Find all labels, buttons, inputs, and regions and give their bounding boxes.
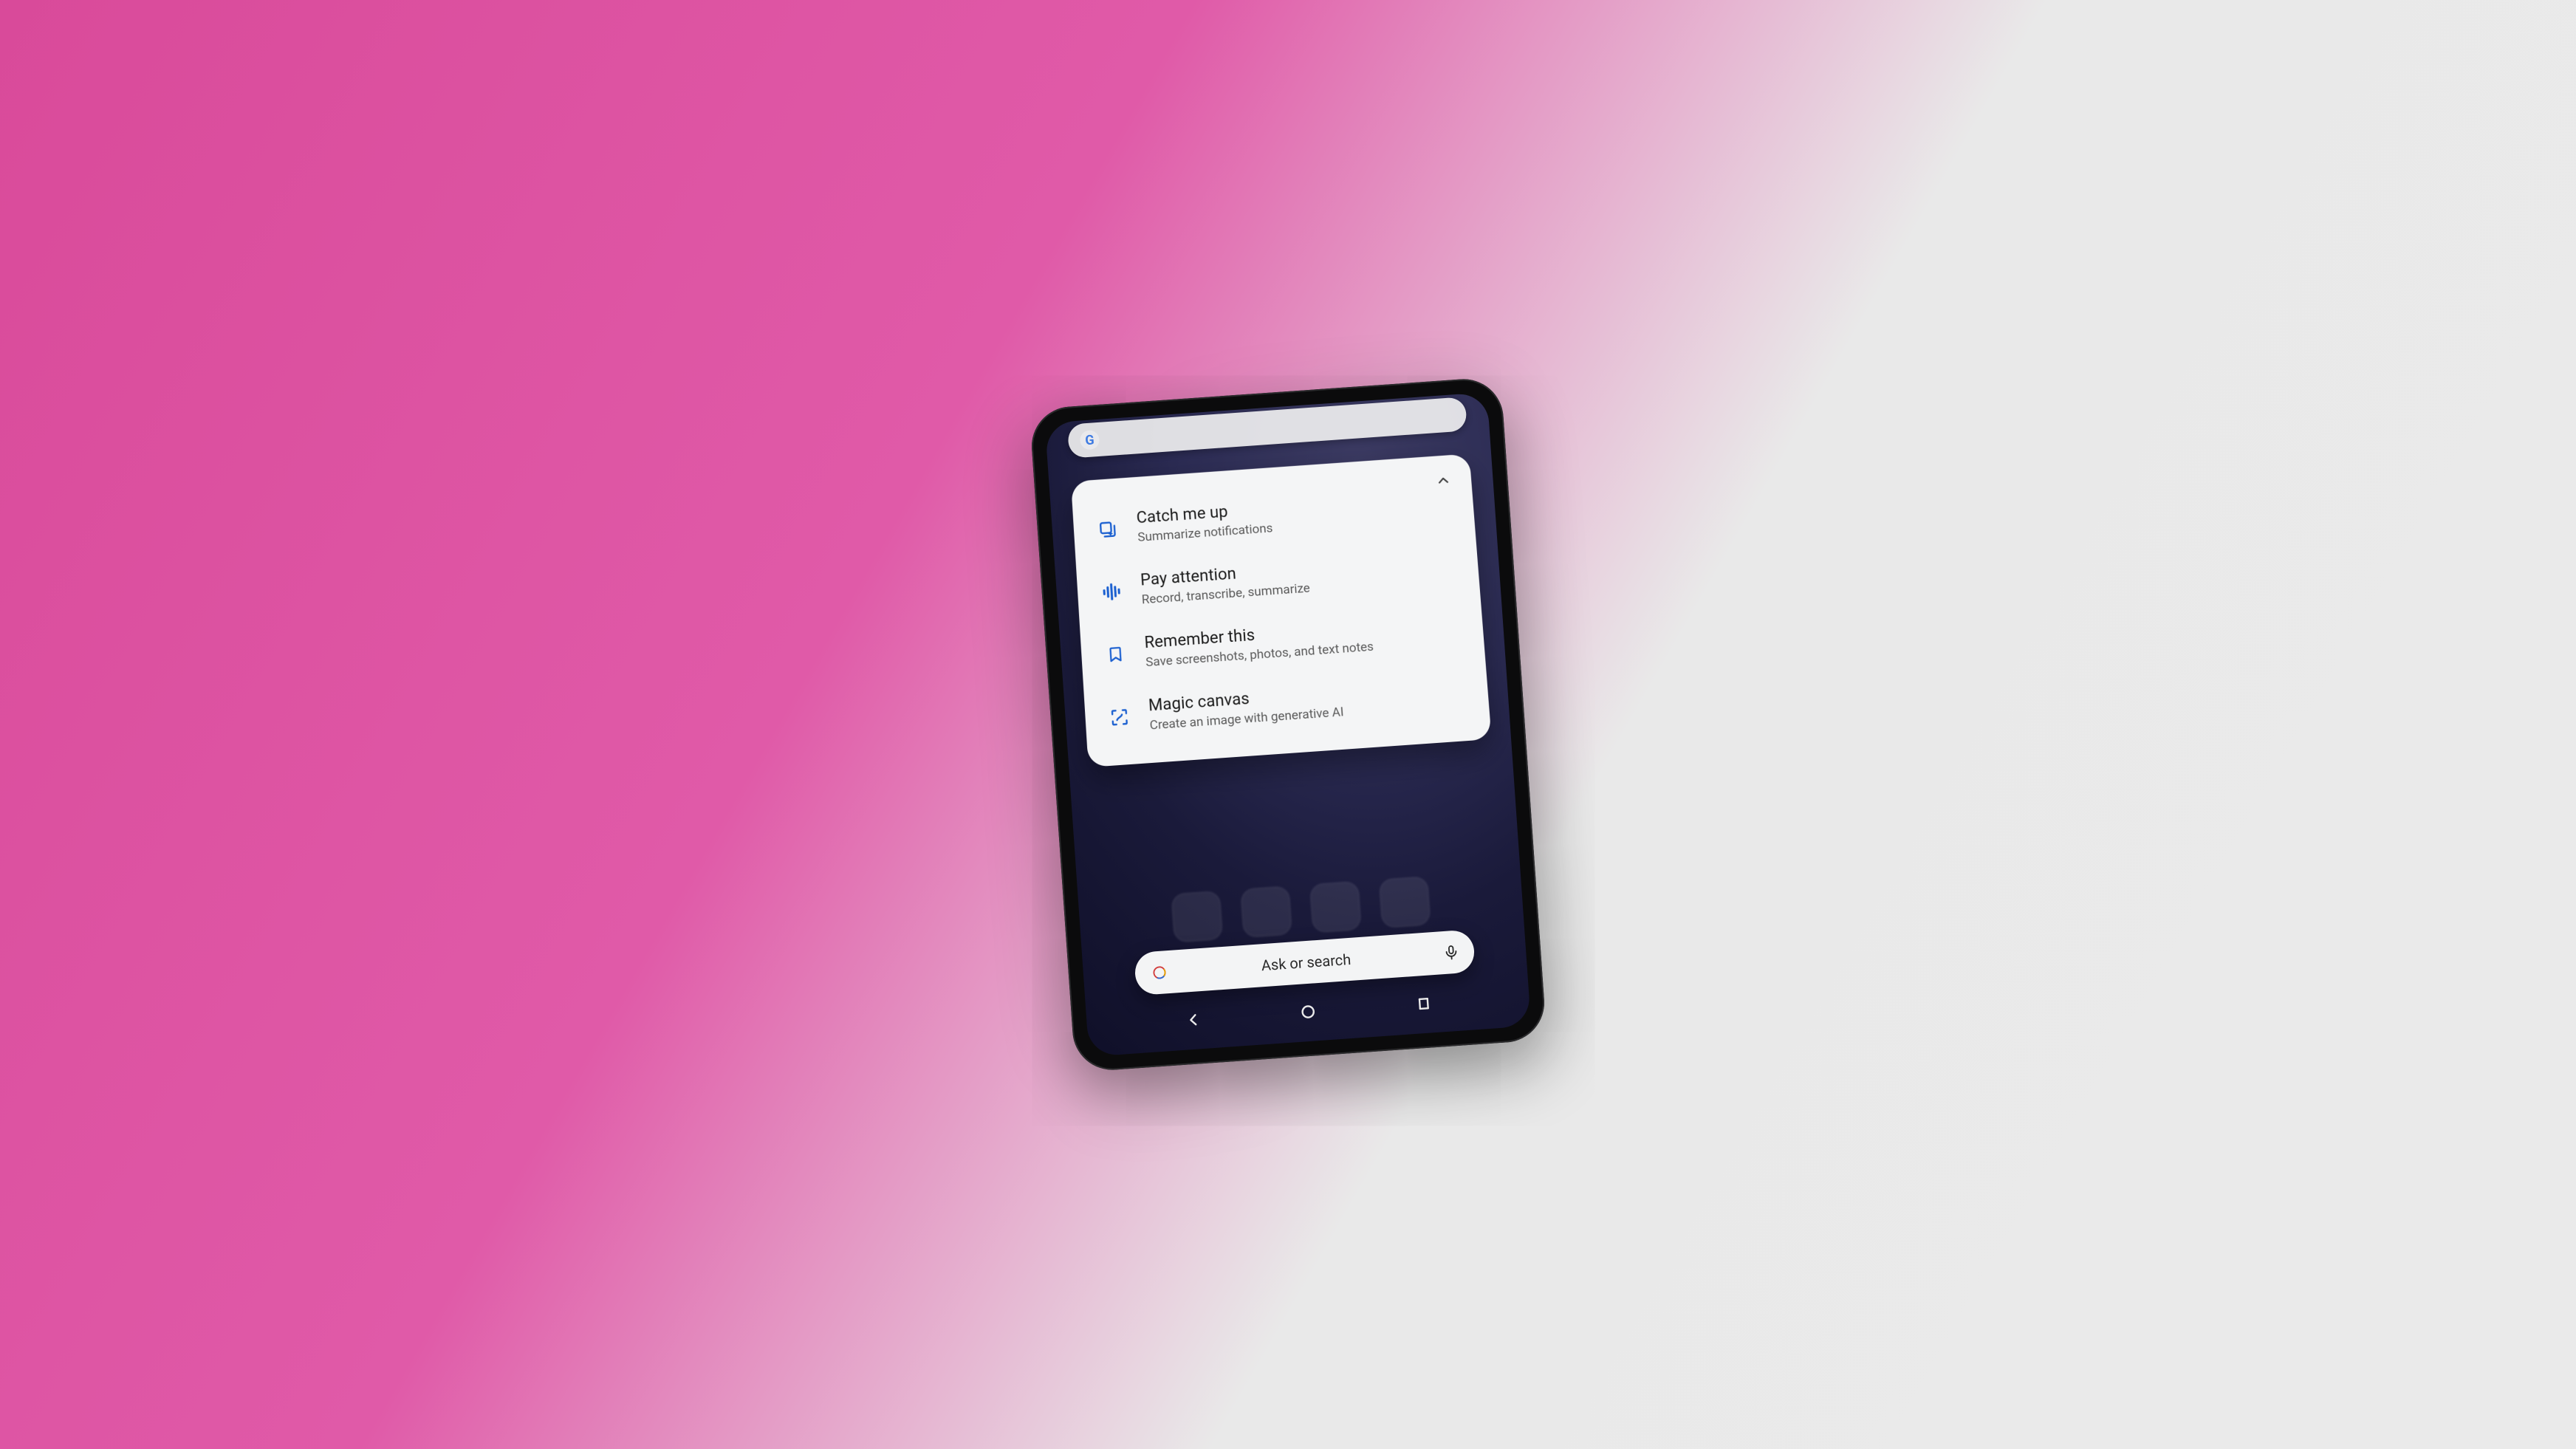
back-icon (1182, 1010, 1203, 1030)
dock-app-messages[interactable] (1240, 886, 1292, 937)
nav-back-button[interactable] (1182, 1010, 1203, 1033)
ai-suggestions-card: Catch me up Summarize notifications Pay … (1071, 453, 1492, 767)
phone-frame: G Catch me up Summarize notifications (1029, 377, 1546, 1072)
nav-recents-button[interactable] (1413, 993, 1433, 1017)
stack-sparkle-icon (1094, 515, 1122, 543)
assistant-logo-icon (1148, 961, 1171, 984)
chevron-up-icon (1435, 472, 1453, 489)
recents-icon (1413, 993, 1433, 1014)
waveform-icon (1097, 578, 1126, 606)
dock-app-phone[interactable] (1171, 891, 1223, 942)
scan-sparkle-icon (1106, 702, 1134, 731)
search-placeholder: Ask or search (1182, 945, 1431, 979)
dock-app-camera[interactable] (1379, 876, 1431, 928)
phone-screen: G Catch me up Summarize notifications (1045, 392, 1532, 1057)
google-search-bar[interactable]: G (1067, 397, 1467, 459)
mic-button[interactable] (1441, 942, 1462, 962)
collapse-button[interactable] (1432, 470, 1454, 492)
home-circle-icon (1298, 1001, 1318, 1022)
nav-home-button[interactable] (1298, 1001, 1318, 1025)
bookmark-icon (1101, 640, 1129, 668)
google-logo-icon: G (1080, 430, 1100, 451)
microphone-icon (1442, 944, 1459, 961)
dock-app-chrome[interactable] (1309, 881, 1361, 933)
